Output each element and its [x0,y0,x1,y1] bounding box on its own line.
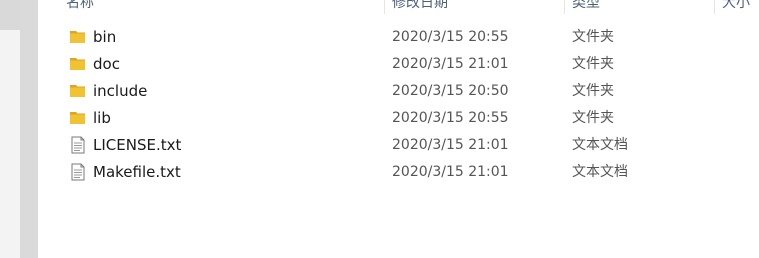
file-row[interactable]: bin 2020/3/15 20:55 文件夹 [38,24,759,51]
file-row[interactable]: doc 2020/3/15 21:01 文件夹 [38,51,759,78]
folder-icon [69,82,87,100]
column-header-name[interactable]: 名称 [66,0,94,14]
file-type: 文件夹 [572,83,614,99]
navigation-selected-item[interactable] [0,0,20,30]
file-modified-date: 2020/3/15 21:01 [392,164,509,180]
file-row[interactable]: Makefile.txt 2020/3/15 21:01 文本文档 [38,159,759,186]
file-name[interactable]: LICENSE.txt [93,132,181,159]
navigation-pane [0,0,20,258]
column-divider[interactable] [714,0,715,14]
file-type: 文件夹 [572,110,614,126]
file-modified-date: 2020/3/15 20:55 [392,29,509,45]
file-modified-date: 2020/3/15 21:01 [392,137,509,153]
file-name[interactable]: doc [93,51,120,78]
file-row[interactable]: LICENSE.txt 2020/3/15 21:01 文本文档 [38,132,759,159]
folder-icon [69,109,87,127]
file-type: 文件夹 [572,56,614,72]
column-header-bar: 名称 修改日期 类型 大小 [38,0,759,14]
column-divider[interactable] [564,0,565,14]
column-header-size[interactable]: 大小 [722,0,750,14]
file-name[interactable]: lib [93,105,111,132]
column-header-modified[interactable]: 修改日期 [392,0,448,14]
text-file-icon [69,163,87,181]
file-type: 文本文档 [572,164,628,180]
file-modified-date: 2020/3/15 20:50 [392,83,509,99]
column-header-type[interactable]: 类型 [572,0,600,14]
file-name[interactable]: include [93,78,147,105]
file-row[interactable]: include 2020/3/15 20:50 文件夹 [38,78,759,105]
navigation-scrollbar[interactable] [20,0,38,258]
file-type: 文件夹 [572,29,614,45]
folder-icon [69,28,87,46]
file-modified-date: 2020/3/15 21:01 [392,56,509,72]
file-modified-date: 2020/3/15 20:55 [392,110,509,126]
file-type: 文本文档 [572,137,628,153]
file-row[interactable]: lib 2020/3/15 20:55 文件夹 [38,105,759,132]
text-file-icon [69,136,87,154]
column-divider[interactable] [384,0,385,14]
folder-icon [69,55,87,73]
file-name[interactable]: Makefile.txt [93,159,181,186]
file-name[interactable]: bin [93,24,116,51]
